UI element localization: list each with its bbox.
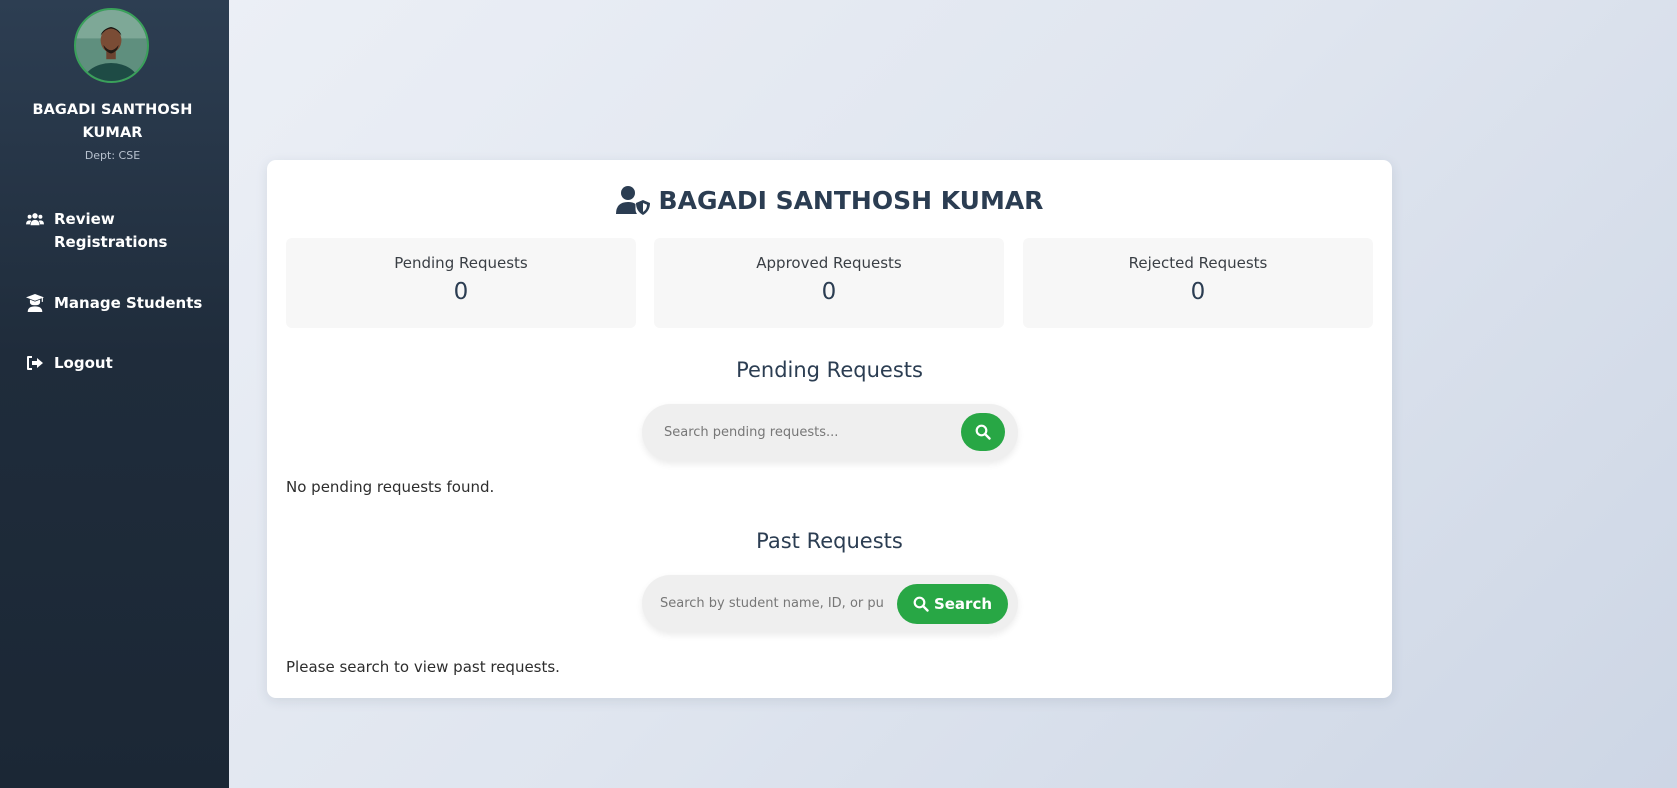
sidebar: BAGADI SANTHOSH KUMAR Dept: CSE Review R… xyxy=(0,0,229,788)
nav-label-review: Review Registrations xyxy=(54,210,168,251)
page-title: BAGADI SANTHOSH KUMAR xyxy=(267,180,1392,220)
stat-approved: Approved Requests 0 xyxy=(654,238,1004,328)
pending-search-input[interactable] xyxy=(664,418,944,446)
past-section-title: Past Requests xyxy=(756,529,903,553)
stat-rejected: Rejected Requests 0 xyxy=(1023,238,1373,328)
nav-label-logout: Logout xyxy=(54,354,113,372)
dashboard-card: BAGADI SANTHOSH KUMAR Pending Requests 0… xyxy=(267,160,1392,698)
pending-section-title: Pending Requests xyxy=(736,358,923,382)
past-search-bar: Search xyxy=(642,575,1018,632)
stat-label: Rejected Requests xyxy=(1128,254,1268,272)
user-shield-icon xyxy=(615,185,650,215)
nav-logout[interactable]: Logout xyxy=(26,352,113,375)
pending-empty-message: No pending requests found. xyxy=(286,478,495,496)
nav-review-registrations[interactable]: Review Registrations xyxy=(26,208,174,254)
users-icon xyxy=(26,208,48,230)
stat-value: 0 xyxy=(1190,279,1206,305)
nav-manage-students[interactable]: Manage Students xyxy=(26,292,202,315)
logout-icon xyxy=(26,352,48,374)
stat-pending: Pending Requests 0 xyxy=(286,238,636,328)
past-search-button[interactable]: Search xyxy=(897,584,1008,624)
past-empty-message: Please search to view past requests. xyxy=(286,658,560,676)
nav-label-manage: Manage Students xyxy=(54,294,203,312)
stat-value: 0 xyxy=(453,279,469,305)
page-title-text: BAGADI SANTHOSH KUMAR xyxy=(658,185,1044,215)
stat-value: 0 xyxy=(821,279,837,305)
graduate-icon xyxy=(26,292,48,314)
stat-label: Pending Requests xyxy=(394,254,528,272)
search-button-label: Search xyxy=(933,595,993,613)
search-icon xyxy=(913,596,929,612)
pending-search-bar xyxy=(642,404,1018,461)
profile-name: BAGADI SANTHOSH KUMAR xyxy=(32,102,193,141)
profile-dept: Dept: CSE xyxy=(84,149,141,162)
search-icon xyxy=(975,424,991,440)
stat-label: Approved Requests xyxy=(756,254,902,272)
avatar xyxy=(74,8,149,83)
past-search-input[interactable] xyxy=(660,589,885,617)
pending-search-button[interactable] xyxy=(961,413,1005,451)
